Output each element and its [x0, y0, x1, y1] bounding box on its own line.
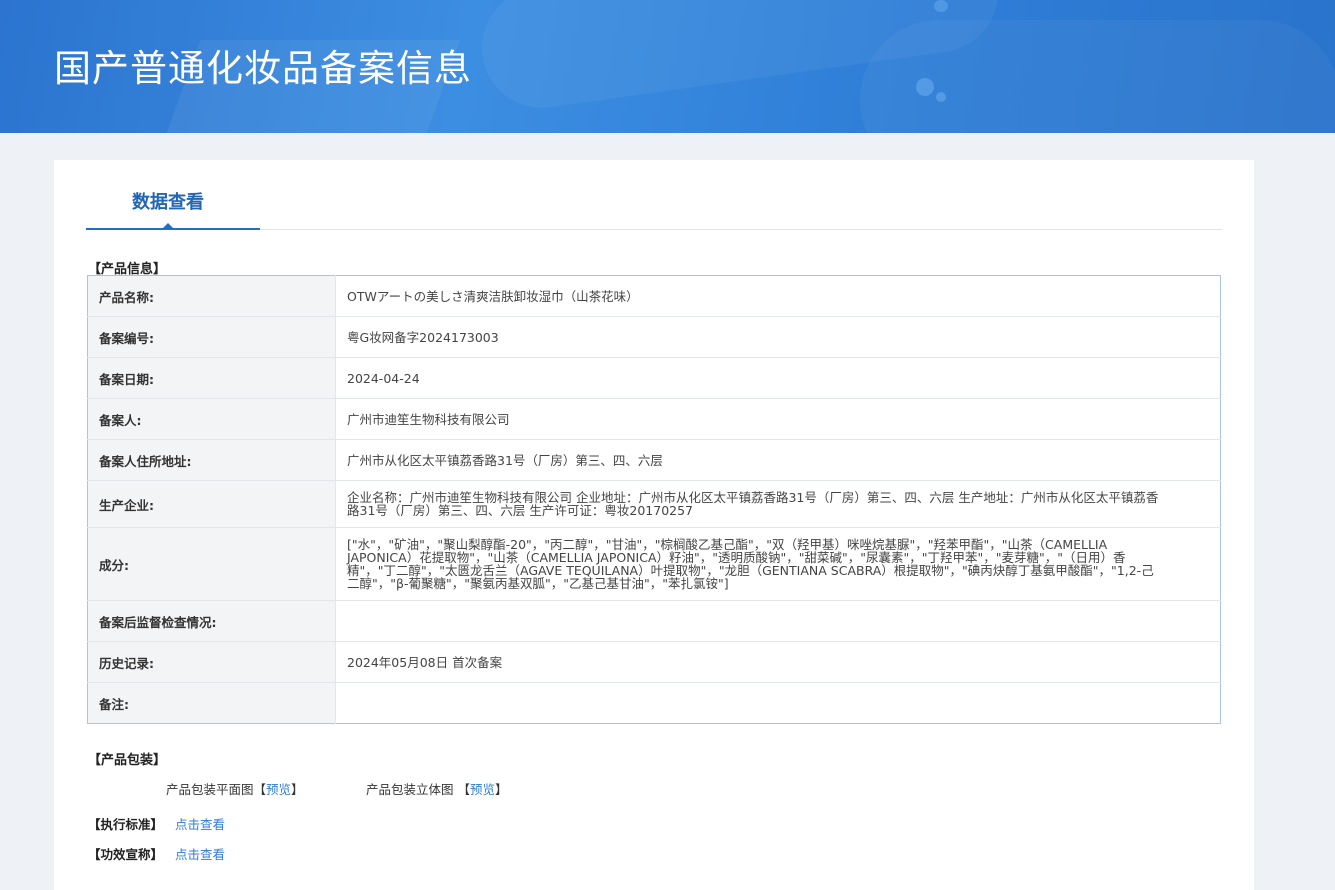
preview-flat-link[interactable]: 预览	[266, 782, 291, 797]
row-key: 历史记录:	[87, 641, 336, 683]
packaging-solid-item: 产品包装立体图 【预览】	[366, 779, 508, 798]
product-info-table: 产品名称: OTWアートの美しさ清爽洁肤卸妆湿巾（山茶花味） 备案编号: 粤G妆…	[87, 275, 1221, 724]
efficacy-label: 【功效宣称】	[88, 847, 164, 862]
row-value: 2024-04-24	[335, 357, 1221, 399]
banner-decoration	[860, 20, 1335, 133]
tab-bar: 数据查看	[86, 160, 1222, 230]
row-key: 备案后监督检查情况:	[87, 600, 336, 642]
row-value: 广州市从化区太平镇荔香路31号（厂房）第三、四、六层	[335, 439, 1221, 481]
content-card: 数据查看 【产品信息】 产品名称: OTWアートの美しさ清爽洁肤卸妆湿巾（山茶花…	[54, 160, 1254, 890]
preview-solid-link[interactable]: 预览	[470, 782, 495, 797]
standard-view-link[interactable]: 点击查看	[175, 814, 225, 833]
row-key: 生产企业:	[87, 480, 336, 528]
row-key: 成分:	[87, 527, 336, 601]
row-key: 备案人:	[87, 398, 336, 440]
tab-label: 数据查看	[132, 192, 204, 213]
bracket-close: 】	[291, 782, 304, 797]
section-title-packaging: 【产品包装】	[88, 753, 167, 768]
row-value: 2024年05月08日 首次备案	[335, 641, 1221, 683]
banner-dot	[934, 0, 948, 12]
row-value	[336, 683, 1221, 724]
tab-active-caret-icon	[162, 223, 174, 229]
row-value: 企业名称：广州市迪笙生物科技有限公司 企业地址：广州市从化区太平镇荔香路31号（…	[335, 480, 1221, 528]
table-row: 历史记录: 2024年05月08日 首次备案	[87, 641, 1221, 683]
efficacy-view-link[interactable]: 点击查看	[175, 844, 225, 863]
table-row: 备案日期: 2024-04-24	[87, 357, 1221, 399]
packaging-flat-item: 产品包装平面图【预览】	[166, 779, 304, 798]
header-banner: 国产普通化妆品备案信息	[0, 0, 1335, 133]
table-row: 产品名称: OTWアートの美しさ清爽洁肤卸妆湿巾（山茶花味）	[87, 275, 1221, 317]
row-key: 产品名称:	[87, 275, 336, 317]
table-row: 备注:	[87, 682, 1221, 724]
table-row: 备案人住所地址: 广州市从化区太平镇荔香路31号（厂房）第三、四、六层	[87, 439, 1221, 481]
bracket-open: 【	[457, 782, 471, 797]
row-key: 备注:	[87, 682, 336, 724]
row-value	[335, 600, 1221, 642]
row-value: 广州市迪笙生物科技有限公司	[335, 398, 1221, 440]
table-row: 备案后监督检查情况:	[87, 600, 1221, 642]
table-row: 备案编号: 粤G妆网备字2024173003	[87, 316, 1221, 358]
row-key: 备案人住所地址:	[87, 439, 336, 481]
table-row: 备案人: 广州市迪笙生物科技有限公司	[87, 398, 1221, 440]
banner-dot	[916, 78, 934, 96]
packaging-flat-label: 产品包装平面图	[166, 782, 254, 797]
banner-dot	[936, 92, 946, 102]
bracket-open: 【	[253, 782, 267, 797]
row-value: ["水"，"矿油"，"聚山梨醇酯-20"，"丙二醇"，"甘油"，"棕榈酸乙基己酯…	[335, 527, 1221, 601]
packaging-solid-label: 产品包装立体图	[366, 782, 454, 797]
table-row: 成分: ["水"，"矿油"，"聚山梨醇酯-20"，"丙二醇"，"甘油"，"棕榈酸…	[87, 527, 1221, 601]
row-key: 备案日期:	[87, 357, 336, 399]
row-key: 备案编号:	[87, 316, 336, 358]
table-row: 生产企业: 企业名称：广州市迪笙生物科技有限公司 企业地址：广州市从化区太平镇荔…	[87, 480, 1221, 528]
row-value: 粤G妆网备字2024173003	[335, 316, 1221, 358]
bracket-close: 】	[495, 782, 508, 797]
row-value: OTWアートの美しさ清爽洁肤卸妆湿巾（山茶花味）	[335, 275, 1221, 317]
standard-label: 【执行标准】	[88, 817, 164, 832]
page-title: 国产普通化妆品备案信息	[54, 47, 472, 90]
tab-data-view[interactable]: 数据查看	[86, 160, 260, 230]
